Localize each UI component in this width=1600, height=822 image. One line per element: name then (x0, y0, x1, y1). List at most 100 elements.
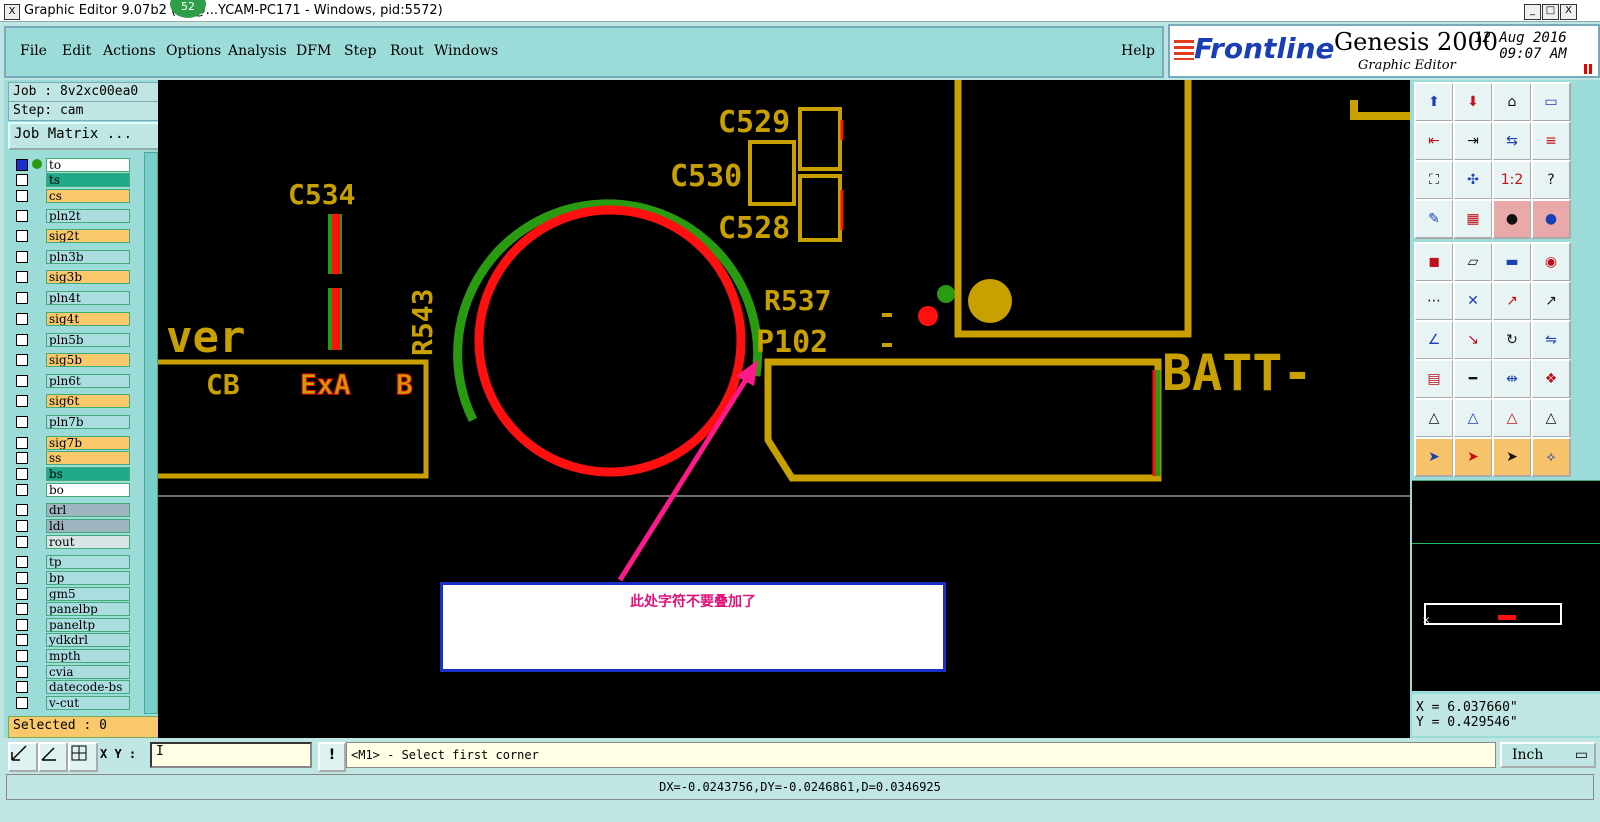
menu-edit[interactable]: Edit (62, 43, 91, 59)
layer-row[interactable]: mpth (12, 649, 130, 663)
layer-row[interactable]: pln6t (12, 374, 130, 388)
stretch-button[interactable]: ≡ (1531, 121, 1571, 161)
layer-checkbox[interactable] (16, 354, 28, 366)
layer-checkbox[interactable] (16, 504, 28, 516)
save-button[interactable]: ⬇ (1453, 82, 1493, 122)
layer-name[interactable]: pln4t (46, 291, 130, 305)
layer-row[interactable]: sig4t (12, 312, 130, 326)
zoom-window-button[interactable]: ▭ (1531, 82, 1571, 122)
layer-row[interactable]: datecode-bs (12, 680, 130, 694)
layer-row[interactable]: sig2t (12, 229, 130, 243)
layer-row[interactable]: pln2t (12, 209, 130, 223)
layer-checkbox[interactable] (16, 251, 28, 263)
layer-checkbox[interactable] (16, 452, 28, 464)
arc-red-button[interactable]: △ (1453, 398, 1493, 438)
layer-row[interactable]: paneltp (12, 618, 130, 632)
help-button[interactable]: ? (1531, 160, 1571, 200)
layer-name[interactable]: sig6t (46, 394, 130, 408)
menu-windows[interactable]: Windows (434, 43, 498, 59)
layer-row[interactable]: cvia (12, 665, 130, 679)
layer-row[interactable]: pln3b (12, 250, 130, 264)
layer-name[interactable]: ss (46, 451, 130, 465)
flip-button[interactable]: ⇋ (1531, 320, 1571, 360)
layer-checkbox[interactable] (16, 375, 28, 387)
warning-button[interactable]: ! (318, 742, 346, 772)
layer-row[interactable]: cs (12, 189, 130, 203)
layer-checkbox[interactable] (16, 210, 28, 222)
layer-name[interactable]: bo (46, 483, 130, 497)
measure-button[interactable]: ⇹ (1492, 359, 1532, 399)
menu-help[interactable]: Help (1121, 43, 1155, 59)
connect-button[interactable]: ⋯ (1414, 281, 1454, 321)
grid-button[interactable]: ▦ (1453, 199, 1493, 239)
xy-input[interactable]: I (150, 742, 312, 768)
layer-checkbox[interactable] (16, 634, 28, 646)
line-add-button[interactable]: ∠ (1414, 320, 1454, 360)
component-button[interactable]: ❖ (1531, 359, 1571, 399)
arc-selected-button[interactable]: △ (1531, 398, 1571, 438)
layer-name[interactable]: pln5b (46, 333, 130, 347)
layer-row[interactable]: sig3b (12, 270, 130, 284)
graphic-canvas[interactable]: C529 C530 C528 C534 R543 R537 P102 ver C… (158, 80, 1410, 738)
select-box-button[interactable]: ➤ (1453, 437, 1493, 477)
menu-dfm[interactable]: DFM (296, 43, 331, 59)
layer-checkbox[interactable] (16, 159, 28, 171)
layer-row[interactable]: pln5b (12, 333, 130, 347)
select-warm-button[interactable]: ➤ (1492, 437, 1532, 477)
layer-name[interactable]: datecode-bs (46, 680, 130, 694)
ruler-button[interactable]: ▬ (1492, 242, 1532, 282)
mirror-button[interactable]: ⇆ (1492, 121, 1532, 161)
layer-row[interactable]: panelbp (12, 602, 130, 616)
layer-checkbox[interactable] (16, 520, 28, 532)
layer-checkbox[interactable] (16, 588, 28, 600)
layer-name[interactable]: drl (46, 503, 130, 517)
layer-name[interactable]: paneltp (46, 618, 130, 632)
lasso-button[interactable]: ▤ (1414, 359, 1454, 399)
close-button[interactable]: X (1560, 4, 1577, 20)
zoom-fit-button[interactable]: ⛶ (1414, 160, 1454, 200)
layer-row[interactable]: drl (12, 503, 130, 517)
menu-options[interactable]: Options (166, 43, 221, 59)
layer-name[interactable]: pln3b (46, 250, 130, 264)
overview-window[interactable]: × (1412, 480, 1600, 691)
layer-row[interactable]: pln4t (12, 291, 130, 305)
layer-checkbox[interactable] (16, 556, 28, 568)
layer-name[interactable]: panelbp (46, 602, 130, 616)
layer-name[interactable]: sig4t (46, 312, 130, 326)
layer-name[interactable]: tp (46, 555, 130, 569)
layer-row[interactable]: bo (12, 483, 130, 497)
layer-row[interactable]: bs (12, 467, 130, 481)
layer-checkbox[interactable] (16, 174, 28, 186)
net-compare-button[interactable]: ● (1531, 199, 1571, 239)
pause-icon[interactable] (1584, 64, 1592, 74)
layer-row[interactable]: v-cut (12, 696, 130, 710)
pad-circle-button[interactable]: ◉ (1531, 242, 1571, 282)
layer-checkbox[interactable] (16, 313, 28, 325)
layer-row[interactable]: to (12, 158, 130, 172)
minimize-button[interactable]: _ (1524, 4, 1541, 20)
menu-actions[interactable]: Actions (103, 43, 156, 59)
layer-row[interactable]: sig5b (12, 353, 130, 367)
layer-checkbox[interactable] (16, 395, 28, 407)
zoom-home-button[interactable]: ✣ (1453, 160, 1493, 200)
layer-name[interactable]: to (46, 158, 130, 172)
layer-name[interactable]: v-cut (46, 696, 130, 710)
grid-toggle-button[interactable] (68, 742, 98, 772)
layer-checkbox[interactable] (16, 572, 28, 584)
layer-name[interactable]: bs (46, 467, 130, 481)
rotate-button[interactable]: ↻ (1492, 320, 1532, 360)
delete-button[interactable]: ✕ (1453, 281, 1493, 321)
layer-name[interactable]: pln6t (46, 374, 130, 388)
line-pointer-button[interactable]: ↘ (1453, 320, 1493, 360)
units-select[interactable]: Inch ▭ (1500, 742, 1596, 768)
layer-name[interactable]: sig2t (46, 229, 130, 243)
layer-checkbox[interactable] (16, 666, 28, 678)
zoom-in-button[interactable]: ⇤ (1414, 121, 1454, 161)
layer-row[interactable]: rout (12, 535, 130, 549)
layer-checkbox[interactable] (16, 271, 28, 283)
move-point-button[interactable]: ↗ (1492, 281, 1532, 321)
menu-step[interactable]: Step (344, 43, 376, 59)
select-button[interactable]: ➤ (1414, 437, 1454, 477)
angle-tool-button[interactable] (38, 742, 68, 772)
snap-pad-button[interactable]: ◼ (1414, 242, 1454, 282)
